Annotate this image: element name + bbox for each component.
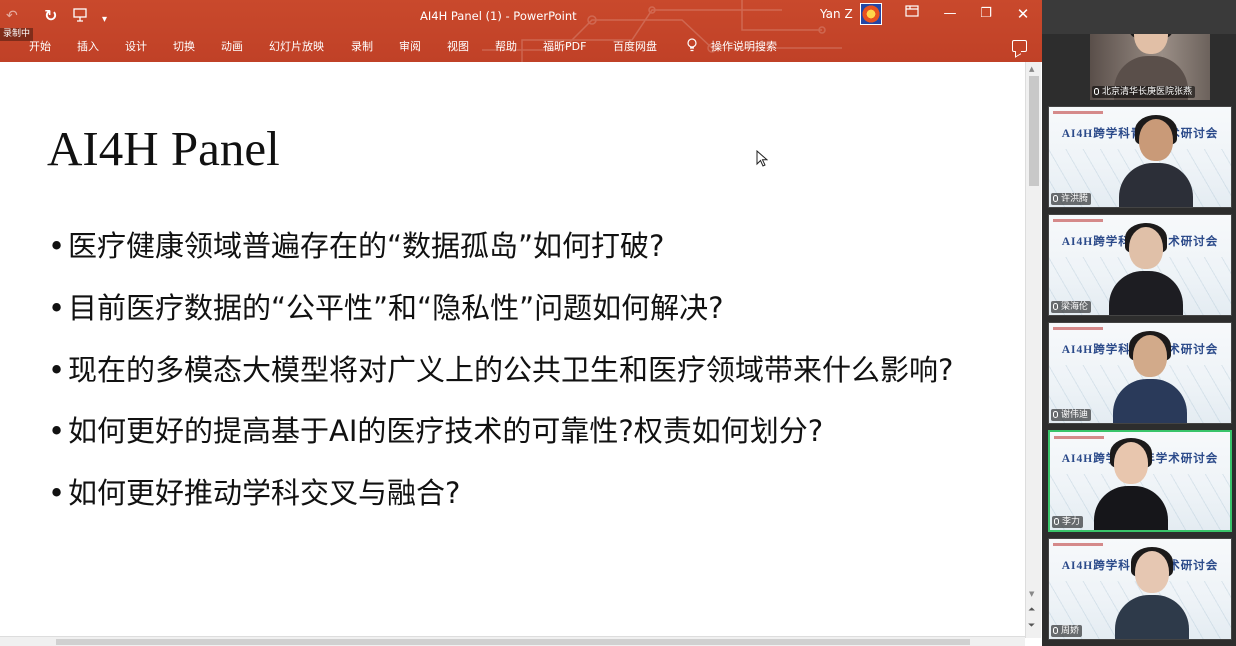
participant-face [1114,442,1148,484]
bullet-item[interactable]: 如何更好推动学科交叉与融合? [48,467,988,520]
gallery-header [1042,0,1236,34]
customize-dropdown-icon[interactable]: ▾ [102,11,107,29]
undo-icon[interactable]: ↶ [6,7,18,25]
video-gallery: 北京清华长庚医院张燕AI4H跨学科青年学术研讨会许洪腾AI4H跨学科青年学术研讨… [1042,0,1236,646]
lightbulb-icon[interactable] [687,38,697,58]
participant-tile[interactable]: AI4H跨学科青年学术研讨会梁海伦 [1048,214,1232,316]
bullet-item[interactable]: 如何更好的提高基于AI的医疗技术的可靠性?权责如何划分? [48,405,988,458]
slide-canvas[interactable]: AI4H Panel 医疗健康领域普遍存在的“数据孤岛”如何打破? 目前医疗数据… [0,62,1024,636]
title-bar: ↶ ↻ ▾ 录制中 AI4H Panel (1) - PowerPoint Ya… [0,0,1042,41]
tab-animations[interactable]: 动画 [221,38,243,56]
bullet-list[interactable]: 医疗健康领域普遍存在的“数据孤岛”如何打破? 目前医疗数据的“公平性”和“隐私性… [48,220,988,529]
bullet-item[interactable]: 现在的多模态大模型将对广义上的公共卫生和医疗领域带来什么影响? [48,344,988,396]
next-slide-icon[interactable]: ⏷ [1028,622,1035,631]
window-title: AI4H Panel (1) - PowerPoint [420,9,577,23]
microphone-icon [1053,411,1058,418]
bullet-item[interactable]: 目前医疗数据的“公平性”和“隐私性”问题如何解决? [48,282,988,335]
participant-video [1115,547,1189,639]
microphone-icon [1094,88,1099,95]
slide-title[interactable]: AI4H Panel [47,120,280,177]
participant-tile[interactable]: AI4H跨学科青年学术研讨会李力 [1048,430,1232,532]
participant-name: 许洪腾 [1061,194,1089,204]
participant-tile[interactable]: AI4H跨学科青年学术研讨会周娇 [1048,538,1232,640]
participant-body [1109,271,1183,315]
participant-video [1094,438,1168,530]
mouse-cursor-icon [756,150,768,167]
tab-home[interactable]: 开始 [29,38,51,56]
present-icon[interactable] [72,7,88,28]
participant-body [1094,486,1168,530]
participant-name-label: 李力 [1052,516,1084,528]
participant-tile[interactable]: AI4H跨学科青年学术研讨会谢伟迪 [1048,322,1232,424]
participant-name: 梁海伦 [1061,302,1089,312]
participant-name: 周娇 [1061,626,1080,636]
bullet-item[interactable]: 医疗健康领域普遍存在的“数据孤岛”如何打破? [48,220,988,273]
tell-me-search[interactable]: 操作说明搜索 [711,38,777,56]
participant-video [1119,115,1193,207]
minimize-button[interactable]: — [940,5,960,23]
lightbulb-svg [687,38,697,52]
horizontal-scrollbar[interactable] [0,636,1025,646]
participant-body [1113,379,1187,423]
horizontal-scroll-thumb[interactable] [56,639,970,645]
restore-button[interactable]: ❐ [976,5,996,23]
participant-body [1119,163,1193,207]
participant-face [1135,551,1169,593]
microphone-icon [1053,195,1058,202]
microphone-icon [1053,627,1058,634]
powerpoint-window: ↶ ↻ ▾ 录制中 AI4H Panel (1) - PowerPoint Ya… [0,0,1042,646]
participant-face [1129,227,1163,269]
participant-name-label: 许洪腾 [1051,193,1092,205]
participant-name: 北京清华长庚医院张燕 [1102,87,1193,97]
tab-baidu-netdisk[interactable]: 百度网盘 [613,38,657,56]
tab-transitions[interactable]: 切换 [173,38,195,56]
comments-icon[interactable] [1012,40,1027,52]
participant-body [1115,595,1189,639]
participant-name-label: 周娇 [1051,625,1083,637]
participant-name: 谢伟迪 [1061,410,1089,420]
scroll-up-icon[interactable]: ▲ [1029,65,1034,73]
ribbon-display-svg [905,5,919,17]
microphone-icon [1054,518,1059,525]
participant-face [1133,335,1167,377]
close-button[interactable]: ✕ [1013,5,1033,23]
tab-review[interactable]: 审阅 [399,38,421,56]
participant-name-label: 北京清华长庚医院张燕 [1092,86,1196,98]
participant-face [1134,34,1168,54]
microphone-icon [1053,303,1058,310]
tab-insert[interactable]: 插入 [77,38,99,56]
participant-tile[interactable]: AI4H跨学科青年学术研讨会许洪腾 [1048,106,1232,208]
participant-video [1113,331,1187,423]
tab-record[interactable]: 录制 [351,38,373,56]
tab-view[interactable]: 视图 [447,38,469,56]
vertical-scroll-thumb[interactable] [1029,76,1039,186]
tab-help[interactable]: 帮助 [495,38,517,56]
user-name[interactable]: Yan Z [820,7,853,21]
tab-slideshow[interactable]: 幻灯片放映 [269,38,324,56]
scroll-down-icon[interactable]: ▼ [1029,590,1034,598]
tab-design[interactable]: 设计 [125,38,147,56]
user-avatar[interactable] [860,3,882,25]
redo-icon[interactable]: ↻ [44,7,57,25]
participant-tile[interactable]: 北京清华长庚医院张燕 [1090,34,1210,100]
vertical-scrollbar[interactable]: ▲ ▼ ⏶ ⏷ [1025,62,1041,638]
present-icon-svg [73,8,87,22]
participant-name-label: 梁海伦 [1051,301,1092,313]
participant-video [1109,223,1183,315]
ribbon-display-options-icon[interactable] [902,5,922,23]
participant-name-label: 谢伟迪 [1051,409,1092,421]
participant-face [1139,119,1173,161]
participant-name: 李力 [1062,517,1081,527]
tab-foxit-pdf[interactable]: 福昕PDF [543,38,586,56]
previous-slide-icon[interactable]: ⏶ [1028,606,1035,615]
